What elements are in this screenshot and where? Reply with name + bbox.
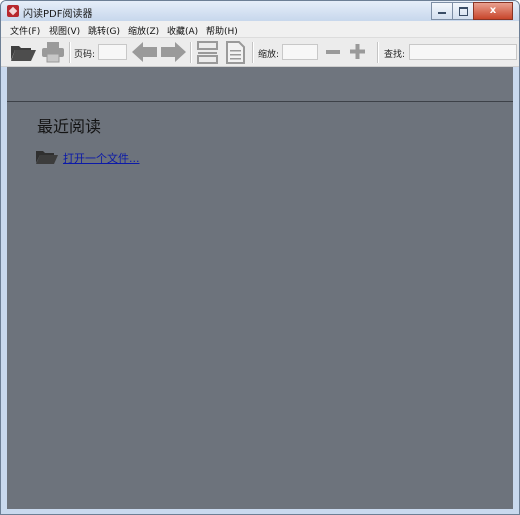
window-title: 闪读PDF阅读器 <box>23 9 93 20</box>
fit-page-icon[interactable] <box>225 41 246 64</box>
app-logo-icon <box>7 5 19 17</box>
search-input[interactable] <box>409 44 517 60</box>
menu-goto[interactable]: 跳转(G) <box>88 24 120 37</box>
window-controls: x <box>431 2 513 20</box>
plus-icon[interactable] <box>350 44 365 59</box>
menu-help[interactable]: 帮助(H) <box>206 24 238 37</box>
content-header-band <box>7 67 513 102</box>
open-file-link-text[interactable]: 打开一个文件... <box>63 150 140 166</box>
page-label: 页码: <box>74 50 96 60</box>
printer-icon[interactable] <box>41 41 65 63</box>
recent-reading-title: 最近阅读 <box>37 117 102 136</box>
fit-width-icon[interactable] <box>197 41 218 64</box>
minimize-icon <box>438 12 446 14</box>
zoom-label: 缩放: <box>258 50 280 60</box>
close-button[interactable]: x <box>473 2 513 20</box>
folder-open-icon <box>36 151 58 164</box>
title-bar[interactable]: 闪读PDF阅读器 x <box>1 1 519 21</box>
zoom-input[interactable] <box>282 44 318 60</box>
arrow-left-icon[interactable] <box>132 42 157 62</box>
close-icon: x <box>489 5 497 16</box>
folder-open-icon[interactable] <box>9 41 37 63</box>
toolbar: 页码: 缩放: 查找: <box>1 38 519 67</box>
toolbar-separator <box>190 42 192 63</box>
app-window: 闪读PDF阅读器 x 文件(F) 视图(V) 跳转(G) 缩放(Z) 收藏(A)… <box>0 0 520 515</box>
menu-view[interactable]: 视图(V) <box>49 24 80 37</box>
minimize-button[interactable] <box>431 2 453 20</box>
toolbar-separator <box>69 42 71 63</box>
search-label: 查找: <box>384 50 406 60</box>
arrow-right-icon[interactable] <box>161 42 186 62</box>
page-number-input[interactable] <box>98 44 127 60</box>
maximize-icon <box>459 7 468 16</box>
menu-favorites[interactable]: 收藏(A) <box>167 24 198 37</box>
toolbar-separator <box>377 42 379 63</box>
toolbar-separator <box>252 42 254 63</box>
maximize-button[interactable] <box>452 2 474 20</box>
menu-file[interactable]: 文件(F) <box>10 24 40 37</box>
minus-icon[interactable] <box>326 46 340 58</box>
menu-bar: 文件(F) 视图(V) 跳转(G) 缩放(Z) 收藏(A) 帮助(H) <box>1 21 519 38</box>
menu-zoom[interactable]: 缩放(Z) <box>128 24 159 37</box>
document-area: 最近阅读 打开一个文件... <box>7 67 513 509</box>
